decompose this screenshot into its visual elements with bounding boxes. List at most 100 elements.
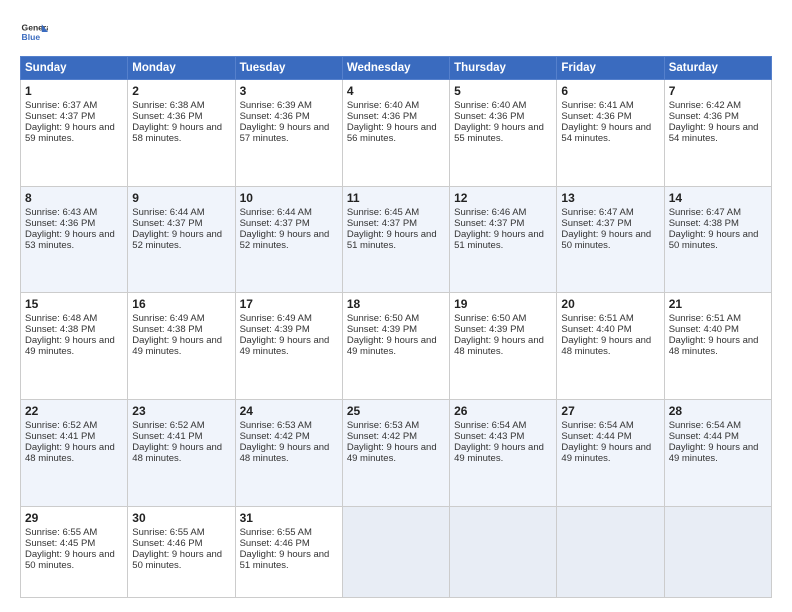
header-friday: Friday — [557, 57, 664, 80]
day-number: 1 — [25, 84, 123, 98]
header-sunday: Sunday — [21, 57, 128, 80]
svg-text:Blue: Blue — [22, 32, 41, 42]
day-number: 6 — [561, 84, 659, 98]
sunrise-label: Sunrise: 6:55 AM — [240, 527, 312, 538]
header-monday: Monday — [128, 57, 235, 80]
daylight-label: Daylight: 9 hours and 51 minutes. — [454, 229, 544, 251]
calendar-day-27: 27Sunrise: 6:54 AMSunset: 4:44 PMDayligh… — [557, 400, 664, 507]
sunset-label: Sunset: 4:39 PM — [240, 324, 310, 335]
empty-cell — [342, 506, 449, 597]
daylight-label: Daylight: 9 hours and 50 minutes. — [132, 549, 222, 571]
sunset-label: Sunset: 4:46 PM — [132, 538, 202, 549]
calendar-day-24: 24Sunrise: 6:53 AMSunset: 4:42 PMDayligh… — [235, 400, 342, 507]
calendar-day-8: 8Sunrise: 6:43 AMSunset: 4:36 PMDaylight… — [21, 186, 128, 293]
calendar-day-14: 14Sunrise: 6:47 AMSunset: 4:38 PMDayligh… — [664, 186, 771, 293]
sunset-label: Sunset: 4:36 PM — [132, 111, 202, 122]
day-number: 19 — [454, 297, 552, 311]
daylight-label: Daylight: 9 hours and 48 minutes. — [561, 335, 651, 357]
sunset-label: Sunset: 4:44 PM — [561, 431, 631, 442]
calendar-day-16: 16Sunrise: 6:49 AMSunset: 4:38 PMDayligh… — [128, 293, 235, 400]
empty-cell — [557, 506, 664, 597]
calendar-table: Sunday Monday Tuesday Wednesday Thursday… — [20, 56, 772, 598]
calendar-day-11: 11Sunrise: 6:45 AMSunset: 4:37 PMDayligh… — [342, 186, 449, 293]
day-number: 10 — [240, 191, 338, 205]
sunset-label: Sunset: 4:36 PM — [454, 111, 524, 122]
day-number: 20 — [561, 297, 659, 311]
header-tuesday: Tuesday — [235, 57, 342, 80]
daylight-label: Daylight: 9 hours and 52 minutes. — [240, 229, 330, 251]
sunrise-label: Sunrise: 6:50 AM — [454, 313, 526, 324]
daylight-label: Daylight: 9 hours and 49 minutes. — [132, 335, 222, 357]
empty-cell — [664, 506, 771, 597]
calendar-day-1: 1Sunrise: 6:37 AMSunset: 4:37 PMDaylight… — [21, 80, 128, 187]
daylight-label: Daylight: 9 hours and 50 minutes. — [669, 229, 759, 251]
daylight-label: Daylight: 9 hours and 48 minutes. — [240, 442, 330, 464]
sunrise-label: Sunrise: 6:49 AM — [132, 313, 204, 324]
sunset-label: Sunset: 4:36 PM — [347, 111, 417, 122]
daylight-label: Daylight: 9 hours and 52 minutes. — [132, 229, 222, 251]
daylight-label: Daylight: 9 hours and 49 minutes. — [669, 442, 759, 464]
sunrise-label: Sunrise: 6:52 AM — [132, 420, 204, 431]
calendar-day-4: 4Sunrise: 6:40 AMSunset: 4:36 PMDaylight… — [342, 80, 449, 187]
sunset-label: Sunset: 4:37 PM — [454, 218, 524, 229]
sunset-label: Sunset: 4:37 PM — [347, 218, 417, 229]
day-number: 17 — [240, 297, 338, 311]
calendar-day-3: 3Sunrise: 6:39 AMSunset: 4:36 PMDaylight… — [235, 80, 342, 187]
sunrise-label: Sunrise: 6:40 AM — [454, 100, 526, 111]
sunrise-label: Sunrise: 6:38 AM — [132, 100, 204, 111]
calendar-day-13: 13Sunrise: 6:47 AMSunset: 4:37 PMDayligh… — [557, 186, 664, 293]
sunrise-label: Sunrise: 6:44 AM — [240, 207, 312, 218]
sunrise-label: Sunrise: 6:40 AM — [347, 100, 419, 111]
daylight-label: Daylight: 9 hours and 49 minutes. — [347, 442, 437, 464]
daylight-label: Daylight: 9 hours and 49 minutes. — [347, 335, 437, 357]
sunset-label: Sunset: 4:46 PM — [240, 538, 310, 549]
calendar-day-25: 25Sunrise: 6:53 AMSunset: 4:42 PMDayligh… — [342, 400, 449, 507]
sunrise-label: Sunrise: 6:49 AM — [240, 313, 312, 324]
sunset-label: Sunset: 4:36 PM — [561, 111, 631, 122]
sunset-label: Sunset: 4:42 PM — [347, 431, 417, 442]
daylight-label: Daylight: 9 hours and 59 minutes. — [25, 122, 115, 144]
day-number: 28 — [669, 404, 767, 418]
sunrise-label: Sunrise: 6:55 AM — [25, 527, 97, 538]
logo: General Blue — [20, 18, 52, 46]
calendar-day-17: 17Sunrise: 6:49 AMSunset: 4:39 PMDayligh… — [235, 293, 342, 400]
sunset-label: Sunset: 4:41 PM — [132, 431, 202, 442]
sunrise-label: Sunrise: 6:45 AM — [347, 207, 419, 218]
sunrise-label: Sunrise: 6:50 AM — [347, 313, 419, 324]
sunset-label: Sunset: 4:38 PM — [132, 324, 202, 335]
calendar-day-6: 6Sunrise: 6:41 AMSunset: 4:36 PMDaylight… — [557, 80, 664, 187]
daylight-label: Daylight: 9 hours and 48 minutes. — [25, 442, 115, 464]
day-number: 7 — [669, 84, 767, 98]
sunrise-label: Sunrise: 6:54 AM — [454, 420, 526, 431]
sunset-label: Sunset: 4:42 PM — [240, 431, 310, 442]
sunset-label: Sunset: 4:36 PM — [669, 111, 739, 122]
daylight-label: Daylight: 9 hours and 51 minutes. — [240, 549, 330, 571]
sunrise-label: Sunrise: 6:51 AM — [669, 313, 741, 324]
sunrise-label: Sunrise: 6:43 AM — [25, 207, 97, 218]
calendar-day-28: 28Sunrise: 6:54 AMSunset: 4:44 PMDayligh… — [664, 400, 771, 507]
day-number: 8 — [25, 191, 123, 205]
calendar-day-20: 20Sunrise: 6:51 AMSunset: 4:40 PMDayligh… — [557, 293, 664, 400]
calendar-day-23: 23Sunrise: 6:52 AMSunset: 4:41 PMDayligh… — [128, 400, 235, 507]
daylight-label: Daylight: 9 hours and 48 minutes. — [132, 442, 222, 464]
sunset-label: Sunset: 4:39 PM — [347, 324, 417, 335]
sunset-label: Sunset: 4:36 PM — [25, 218, 95, 229]
sunrise-label: Sunrise: 6:41 AM — [561, 100, 633, 111]
header-saturday: Saturday — [664, 57, 771, 80]
calendar-day-15: 15Sunrise: 6:48 AMSunset: 4:38 PMDayligh… — [21, 293, 128, 400]
calendar-day-29: 29Sunrise: 6:55 AMSunset: 4:45 PMDayligh… — [21, 506, 128, 597]
daylight-label: Daylight: 9 hours and 49 minutes. — [25, 335, 115, 357]
daylight-label: Daylight: 9 hours and 51 minutes. — [347, 229, 437, 251]
sunrise-label: Sunrise: 6:53 AM — [347, 420, 419, 431]
calendar-day-22: 22Sunrise: 6:52 AMSunset: 4:41 PMDayligh… — [21, 400, 128, 507]
sunrise-label: Sunrise: 6:37 AM — [25, 100, 97, 111]
sunset-label: Sunset: 4:44 PM — [669, 431, 739, 442]
day-number: 9 — [132, 191, 230, 205]
sunrise-label: Sunrise: 6:53 AM — [240, 420, 312, 431]
sunset-label: Sunset: 4:43 PM — [454, 431, 524, 442]
day-number: 13 — [561, 191, 659, 205]
header: General Blue — [20, 18, 772, 46]
sunrise-label: Sunrise: 6:51 AM — [561, 313, 633, 324]
day-number: 3 — [240, 84, 338, 98]
calendar-day-10: 10Sunrise: 6:44 AMSunset: 4:37 PMDayligh… — [235, 186, 342, 293]
